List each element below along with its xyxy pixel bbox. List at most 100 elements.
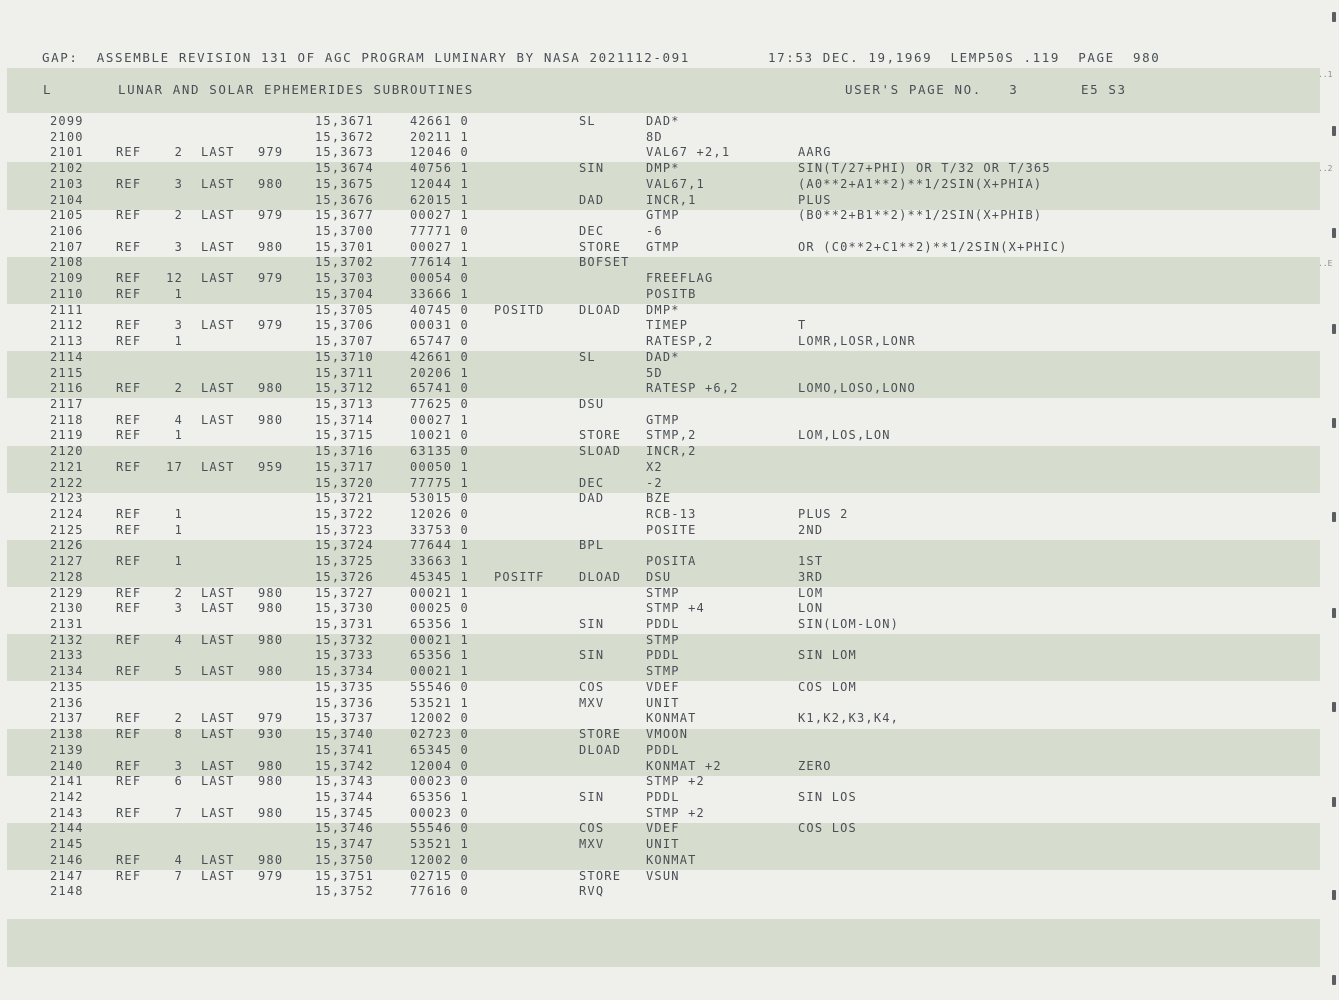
comment: SIN LOM: [798, 648, 857, 663]
last-page: 980: [258, 585, 284, 600]
address: 15,3704: [315, 286, 374, 301]
operand: POSITE: [646, 522, 697, 537]
ref-count: 1: [174, 334, 183, 349]
line-number: 2141: [50, 774, 84, 789]
octal-word: 00027 1: [410, 239, 469, 254]
opcode: DAD: [579, 192, 605, 207]
line-number: 2128: [50, 569, 84, 584]
octal-word: 77775 1: [410, 475, 469, 490]
octal-word: 77771 0: [410, 224, 469, 239]
operand: BZE: [646, 491, 672, 506]
listing-row: 2134 REF 5 LAST 980 15,3734 00021 1 STMP: [0, 664, 1320, 680]
line-number: 2148: [50, 884, 84, 899]
line-number: 2137: [50, 711, 84, 726]
address: 15,3717: [315, 459, 374, 474]
line-number: 2129: [50, 585, 84, 600]
last-keyword: LAST: [201, 601, 235, 616]
line-number: 2138: [50, 727, 84, 742]
listing-row: 2139 15,3741 65345 0 DLOAD PDDL: [0, 743, 1320, 759]
comment: LOM,LOS,LON: [798, 428, 891, 443]
last-keyword: LAST: [201, 585, 235, 600]
line-number: 2131: [50, 617, 84, 632]
opcode: DLOAD: [579, 742, 622, 757]
address: 15,3705: [315, 302, 374, 317]
octal-word: 65356 1: [410, 617, 469, 632]
ref-keyword: REF: [116, 758, 142, 773]
last-keyword: LAST: [201, 271, 235, 286]
octal-word: 00021 1: [410, 585, 469, 600]
octal-word: 02715 0: [410, 868, 469, 883]
octal-word: 40756 1: [410, 161, 469, 176]
listing-row: 2102 15,3674 40756 1 SIN DMP* SIN(T/27+PHI) O…: [0, 161, 1320, 177]
label: POSITD: [494, 302, 545, 317]
operand: INCR,2: [646, 444, 697, 459]
listing-row: 2140 REF 3 LAST 980 15,3742 12004 0 KONMAT +2 ZE…: [0, 759, 1320, 775]
ref-count: 7: [174, 868, 183, 883]
operand: 5D: [646, 365, 663, 380]
line-number: 2146: [50, 852, 84, 867]
line-number: 2119: [50, 428, 84, 443]
octal-word: 65741 0: [410, 381, 469, 396]
line-number: 2124: [50, 507, 84, 521]
listing-row: 2123 15,3721 53015 0 DAD BZE: [0, 491, 1320, 507]
last-keyword: LAST: [201, 239, 235, 254]
ref-count: 1: [174, 286, 183, 301]
operand: FREEFLAG: [646, 271, 714, 286]
last-page: 980: [258, 632, 284, 647]
ref-count: 3: [174, 601, 183, 616]
opcode: SIN: [579, 789, 605, 804]
opcode: STORE: [579, 727, 622, 742]
comment: PLUS: [798, 192, 832, 207]
last-page: 930: [258, 727, 284, 742]
last-page: 979: [258, 318, 284, 333]
listing-row: 2146 REF 4 LAST 980 15,3750 12002 0 KONMAT: [0, 853, 1320, 869]
opcode: BOFSET: [579, 255, 630, 270]
ref-count: 2: [174, 145, 183, 160]
ref-count: 8: [174, 727, 183, 742]
listing-row: 2137 REF 2 LAST 979 15,3737 12002 0 KONMAT K1,K2…: [0, 711, 1320, 727]
last-page: 959: [258, 459, 284, 474]
ref-count: 3: [174, 758, 183, 773]
operand: POSITB: [646, 286, 697, 301]
last-page: 980: [258, 381, 284, 396]
octal-word: 12004 0: [410, 758, 469, 773]
last-keyword: LAST: [201, 727, 235, 742]
address: 15,3721: [315, 491, 374, 506]
ref-keyword: REF: [116, 459, 142, 474]
address: 15,3726: [315, 569, 374, 584]
ref-keyword: REF: [116, 554, 142, 569]
line-number: 2147: [50, 868, 84, 883]
listing-row: 2143 REF 7 LAST 980 15,3745 00023 0 STMP +2: [0, 806, 1320, 822]
opcode: STORE: [579, 239, 622, 254]
ref-keyword: REF: [116, 507, 142, 521]
octal-word: 53521 1: [410, 695, 469, 710]
last-page: 979: [258, 208, 284, 223]
last-keyword: LAST: [201, 632, 235, 647]
octal-word: 65747 0: [410, 334, 469, 349]
operand: UNIT: [646, 837, 680, 852]
ref-count: 2: [174, 585, 183, 600]
comment: LON: [798, 601, 824, 616]
last-page: 980: [258, 239, 284, 254]
line-number: 2105: [50, 208, 84, 223]
octal-word: 00023 0: [410, 805, 469, 820]
octal-word: 00031 0: [410, 318, 469, 333]
listing-row: 2130 REF 3 LAST 980 15,3730 00025 0 STMP +4 LON: [0, 601, 1320, 617]
line-number: 2112: [50, 318, 84, 333]
line-number: 2106: [50, 224, 84, 239]
operand: -6: [646, 224, 663, 239]
opcode: SLOAD: [579, 444, 622, 459]
octal-word: 53015 0: [410, 491, 469, 506]
ref-keyword: REF: [116, 239, 142, 254]
last-keyword: LAST: [201, 145, 235, 160]
octal-word: 33753 0: [410, 522, 469, 537]
ref-keyword: REF: [116, 334, 142, 349]
listing-row: 2142 15,3744 65356 1 SIN PDDL SIN LOS: [0, 790, 1320, 806]
octal-word: 12046 0: [410, 145, 469, 160]
line-number: 2111: [50, 302, 84, 317]
listing-row: 2115 15,3711 20206 1 5D: [0, 366, 1320, 382]
ref-keyword: REF: [116, 318, 142, 333]
last-keyword: LAST: [201, 711, 235, 726]
operand: GTMP: [646, 208, 680, 223]
octal-word: 33663 1: [410, 554, 469, 569]
